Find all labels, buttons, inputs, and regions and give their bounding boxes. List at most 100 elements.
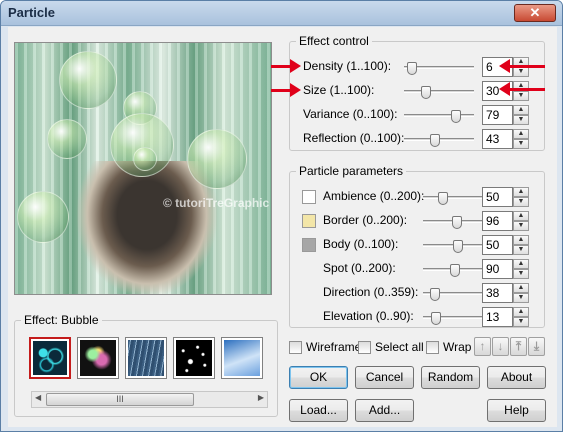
annotation-arrow-size-value	[499, 82, 545, 96]
spin-up-icon[interactable]: ▲	[513, 105, 529, 115]
checkbox-box[interactable]	[289, 341, 302, 354]
particle-param-row: Direction (0..359): 38 ▲ ▼	[1, 283, 561, 303]
spin-down-icon[interactable]: ▼	[513, 317, 529, 327]
spin-down-icon[interactable]: ▼	[513, 115, 529, 125]
slider-thumb[interactable]	[430, 288, 440, 301]
rain-icon	[128, 340, 164, 376]
particle-param-spinbox[interactable]: 38 ▲ ▼	[482, 283, 529, 303]
effect-control-spinbox[interactable]: 43 ▲ ▼	[482, 129, 529, 149]
select-all-label: Select all	[375, 340, 424, 354]
scroll-left-icon[interactable]: ◀	[35, 393, 41, 402]
spin-down-icon[interactable]: ▼	[513, 221, 529, 231]
particle-param-row: Body (0..100): 50 ▲ ▼	[1, 235, 561, 255]
particle-param-spinbox[interactable]: 50 ▲ ▼	[482, 235, 529, 255]
effect-control-slider[interactable]	[404, 134, 474, 147]
spin-down-icon[interactable]: ▼	[513, 293, 529, 303]
particle-param-label: Body (0..100):	[323, 237, 399, 251]
effect-control-slider[interactable]	[404, 110, 474, 123]
spin-down-icon[interactable]: ▼	[513, 91, 529, 101]
slider-thumb[interactable]	[421, 86, 431, 99]
spin-down-icon[interactable]: ▼	[513, 197, 529, 207]
random-button[interactable]: Random	[421, 366, 480, 389]
spin-up-icon[interactable]: ▲	[513, 235, 529, 245]
particle-param-label: Border (0..200):	[323, 213, 408, 227]
spin-up-icon[interactable]: ▲	[513, 259, 529, 269]
scroll-right-icon[interactable]: ▶	[258, 393, 264, 402]
help-button[interactable]: Help	[487, 399, 546, 422]
bubble-shape	[133, 147, 157, 171]
particle-param-spinbox[interactable]: 90 ▲ ▼	[482, 259, 529, 279]
title-bar[interactable]: Particle ✕	[1, 1, 562, 26]
effect-control-slider[interactable]	[404, 62, 474, 75]
wireframe-label: Wireframe	[306, 340, 362, 354]
spin-down-icon[interactable]: ▼	[513, 245, 529, 255]
wrap-checkbox[interactable]: Wrap	[426, 340, 472, 356]
particle-dialog: Particle ✕ © tutoriTreGraphic Effect: Bu…	[0, 0, 563, 432]
effect-thumb-rain[interactable]	[125, 337, 167, 379]
move-bottom-button[interactable]: ⤓	[528, 337, 545, 356]
spin-up-icon[interactable]: ▲	[513, 129, 529, 139]
wireframe-checkbox[interactable]: Wireframe	[289, 340, 361, 356]
move-down-button[interactable]: ↓	[492, 337, 509, 356]
effect-thumb-bubble[interactable]	[29, 337, 71, 379]
slider-thumb[interactable]	[430, 134, 440, 147]
about-button[interactable]: About	[487, 366, 546, 389]
color-swatch[interactable]	[302, 214, 316, 228]
effect-control-spinbox[interactable]: 79 ▲ ▼	[482, 105, 529, 125]
effect-control-slider[interactable]	[404, 86, 474, 99]
particle-param-spinbox[interactable]: 13 ▲ ▼	[482, 307, 529, 327]
annotation-arrow-density-label	[271, 59, 301, 73]
effect-control-label: Size (1..100):	[303, 83, 375, 97]
slider-thumb[interactable]	[450, 264, 460, 277]
slider-thumb[interactable]	[451, 110, 461, 123]
checkbox-box[interactable]	[426, 341, 439, 354]
particle-param-spinbox[interactable]: 50 ▲ ▼	[482, 187, 529, 207]
particle-parameters-legend: Particle parameters	[299, 164, 404, 178]
annotation-arrow-size-label	[271, 83, 301, 97]
color-swatch[interactable]	[302, 238, 316, 252]
particle-param-label: Spot (0..200):	[323, 261, 396, 275]
particle-param-value-input[interactable]: 50	[482, 235, 513, 255]
slider-thumb[interactable]	[438, 192, 448, 205]
spin-down-icon[interactable]: ▼	[513, 139, 529, 149]
effect-thumb-sky[interactable]	[221, 337, 263, 379]
spin-up-icon[interactable]: ▲	[513, 283, 529, 293]
particle-param-value-input[interactable]: 13	[482, 307, 513, 327]
scrollbar-thumb[interactable]: III	[46, 393, 194, 406]
move-up-button[interactable]: ↑	[474, 337, 491, 356]
move-top-button[interactable]: ⤒	[510, 337, 527, 356]
add-button[interactable]: Add...	[355, 399, 414, 422]
cancel-button[interactable]: Cancel	[355, 366, 414, 389]
spin-up-icon[interactable]: ▲	[513, 211, 529, 221]
spin-up-icon[interactable]: ▲	[513, 307, 529, 317]
slider-thumb[interactable]	[407, 62, 417, 75]
ok-button[interactable]: OK	[289, 366, 348, 389]
spin-down-icon[interactable]: ▼	[513, 67, 529, 77]
effect-thumb-stars[interactable]	[173, 337, 215, 379]
slider-thumb[interactable]	[452, 216, 462, 229]
spin-down-icon[interactable]: ▼	[513, 269, 529, 279]
particle-param-value-input[interactable]: 38	[482, 283, 513, 303]
effect-control-value-input[interactable]: 79	[482, 105, 513, 125]
particle-param-label: Elevation (0..90):	[323, 309, 414, 323]
particle-param-spinbox[interactable]: 96 ▲ ▼	[482, 211, 529, 231]
slider-thumb[interactable]	[431, 312, 441, 325]
effect-control-value-input[interactable]: 43	[482, 129, 513, 149]
particle-param-value-input[interactable]: 90	[482, 259, 513, 279]
particle-param-value-input[interactable]: 50	[482, 187, 513, 207]
effect-control-label: Density (1..100):	[303, 59, 392, 73]
close-button[interactable]: ✕	[514, 4, 556, 22]
preview-image: © tutoriTreGraphic	[14, 42, 272, 295]
color-swatch[interactable]	[302, 190, 316, 204]
checkbox-box[interactable]	[358, 341, 371, 354]
load-button[interactable]: Load...	[289, 399, 348, 422]
spin-up-icon[interactable]: ▲	[513, 187, 529, 197]
annotation-arrow-density-value	[499, 59, 545, 73]
slider-thumb[interactable]	[453, 240, 463, 253]
effect-scrollbar[interactable]: ◀ III ▶	[31, 391, 268, 408]
effect-thumb-glow[interactable]	[77, 337, 119, 379]
effect-control-legend: Effect control	[299, 34, 369, 48]
particle-param-label: Ambience (0..200):	[323, 189, 425, 203]
particle-param-value-input[interactable]: 96	[482, 211, 513, 231]
select-all-checkbox[interactable]: Select all	[358, 340, 424, 356]
